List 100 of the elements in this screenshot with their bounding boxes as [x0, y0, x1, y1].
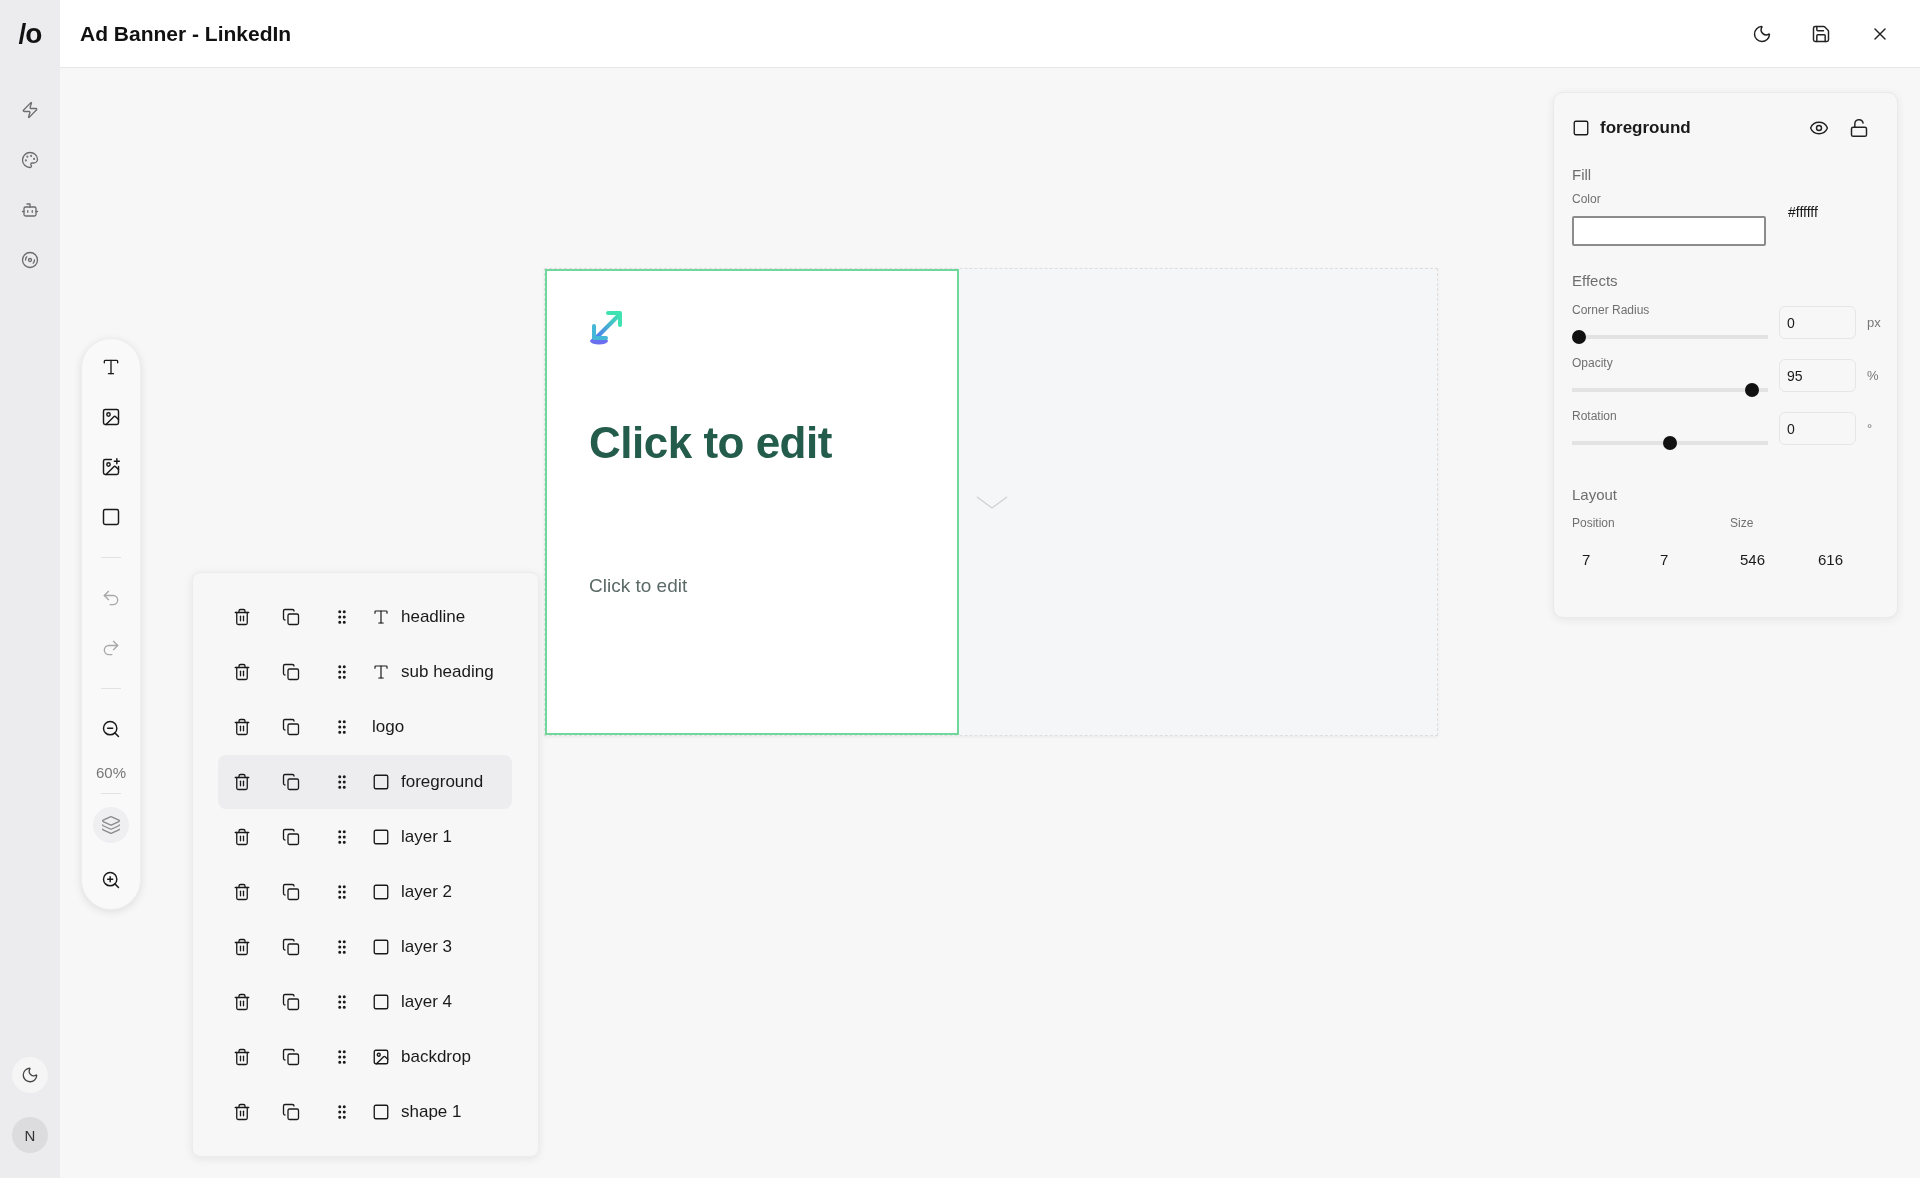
disc-icon[interactable] — [21, 251, 39, 269]
save-icon[interactable] — [1811, 23, 1831, 44]
square-icon — [372, 883, 390, 901]
layer-name: headline — [401, 607, 466, 627]
layer-name: foreground — [401, 772, 484, 792]
square-icon — [1572, 119, 1590, 137]
trash-icon[interactable] — [233, 828, 251, 846]
type-icon — [372, 663, 390, 681]
layer-row[interactable]: foreground — [218, 755, 512, 809]
app-logo[interactable]: /o — [18, 0, 42, 68]
robot-icon[interactable] — [21, 201, 39, 219]
layers-icon[interactable] — [101, 815, 121, 835]
layer-row[interactable]: shape 1 — [218, 1085, 512, 1139]
copy-icon[interactable] — [282, 828, 300, 846]
trash-icon[interactable] — [233, 1103, 251, 1121]
theme-button[interactable] — [12, 1057, 48, 1093]
layer-name: layer 4 — [401, 992, 453, 1012]
copy-icon[interactable] — [282, 993, 300, 1011]
zoom-out-icon[interactable] — [101, 719, 121, 739]
slider-label: Rotation — [1572, 409, 1618, 423]
field-label: Color — [1572, 192, 1602, 206]
layer-row[interactable]: layer 1 — [218, 810, 512, 864]
section-heading: Effects — [1572, 272, 1619, 290]
zoom-level: 60% — [96, 765, 126, 781]
copy-icon[interactable] — [282, 938, 300, 956]
slider-thumb[interactable] — [1663, 436, 1677, 450]
layer-name: layer 3 — [401, 937, 453, 957]
unit-label: % — [1867, 368, 1879, 383]
square-icon — [372, 828, 390, 846]
copy-icon[interactable] — [282, 773, 300, 791]
layer-name: backdrop — [401, 1047, 471, 1067]
trash-icon[interactable] — [233, 993, 251, 1011]
trash-icon[interactable] — [233, 1048, 251, 1066]
square-icon — [372, 773, 390, 791]
text-tool-icon[interactable] — [101, 357, 121, 377]
lightning-icon[interactable] — [21, 101, 39, 119]
layer-title: foreground — [1600, 118, 1691, 138]
arrow-logo-icon — [589, 309, 623, 345]
number-field[interactable]: 0 — [1779, 306, 1856, 339]
unit-label: ° — [1867, 421, 1873, 436]
slider-thumb[interactable] — [1744, 383, 1759, 397]
hex-value: #ffffff — [1788, 204, 1818, 220]
layer-row[interactable]: headline — [218, 590, 512, 644]
layer-name: sub heading — [401, 662, 494, 682]
section-heading: Layout — [1572, 486, 1619, 504]
trash-icon[interactable] — [233, 773, 251, 791]
image-plus-icon[interactable] — [101, 457, 121, 477]
moon-icon[interactable] — [1752, 23, 1772, 44]
layer-row[interactable]: sub heading — [218, 645, 512, 699]
layer-row[interactable]: backdrop — [218, 1030, 512, 1084]
color-field[interactable] — [1572, 216, 1766, 246]
copy-icon[interactable] — [282, 1048, 300, 1066]
chevron-down-icon — [976, 496, 1008, 509]
copy-icon[interactable] — [282, 1103, 300, 1121]
foreground-frame[interactable]: Click to edit Click to edit — [545, 269, 959, 735]
number-field[interactable]: 95 — [1779, 359, 1856, 392]
layer-name: logo — [372, 717, 405, 737]
headline-text[interactable]: Click to edit — [589, 418, 832, 468]
section-heading: Fill — [1572, 166, 1593, 184]
palette-icon[interactable] — [21, 151, 39, 169]
slider-thumb[interactable] — [1572, 330, 1586, 344]
document-title: Ad Banner - LinkedIn — [80, 21, 292, 46]
layers-button[interactable] — [93, 807, 129, 843]
field-label: Position — [1572, 516, 1616, 530]
trash-icon[interactable] — [233, 608, 251, 626]
field-label: Size — [1730, 516, 1755, 530]
square-icon — [372, 938, 390, 956]
layer-name: layer 1 — [401, 827, 453, 847]
user-avatar[interactable]: N — [12, 1117, 48, 1153]
copy-icon[interactable] — [282, 718, 300, 736]
position-field[interactable]: 7 — [1650, 544, 1726, 574]
copy-icon[interactable] — [282, 663, 300, 681]
unit-label: px — [1867, 315, 1881, 330]
trash-icon[interactable] — [233, 938, 251, 956]
layer-row[interactable]: layer 3 — [218, 920, 512, 974]
moon-icon[interactable] — [21, 1066, 39, 1084]
layer-row[interactable]: layer 2 — [218, 865, 512, 919]
type-icon — [372, 608, 390, 626]
trash-icon[interactable] — [233, 883, 251, 901]
size-field[interactable]: 546 — [1730, 544, 1806, 574]
number-field[interactable]: 0 — [1779, 412, 1856, 445]
size-field[interactable]: 616 — [1808, 544, 1884, 574]
image-icon[interactable] — [101, 407, 121, 427]
unlock-icon[interactable] — [1849, 118, 1869, 138]
copy-icon[interactable] — [282, 608, 300, 626]
trash-icon[interactable] — [233, 718, 251, 736]
square-icon — [372, 1103, 390, 1121]
square-icon — [372, 993, 390, 1011]
image-icon — [372, 1048, 390, 1066]
square-icon[interactable] — [101, 507, 121, 527]
layer-row[interactable]: layer 4 — [218, 975, 512, 1029]
slider-label: Opacity — [1572, 356, 1614, 370]
position-field[interactable]: 7 — [1572, 544, 1648, 574]
zoom-in-icon[interactable] — [101, 870, 121, 890]
layer-name: shape 1 — [401, 1102, 462, 1122]
sub-heading-text[interactable]: Click to edit — [589, 574, 688, 598]
layer-row[interactable]: logo — [218, 700, 512, 754]
slider-label: Corner Radius — [1572, 303, 1651, 317]
copy-icon[interactable] — [282, 883, 300, 901]
trash-icon[interactable] — [233, 663, 251, 681]
